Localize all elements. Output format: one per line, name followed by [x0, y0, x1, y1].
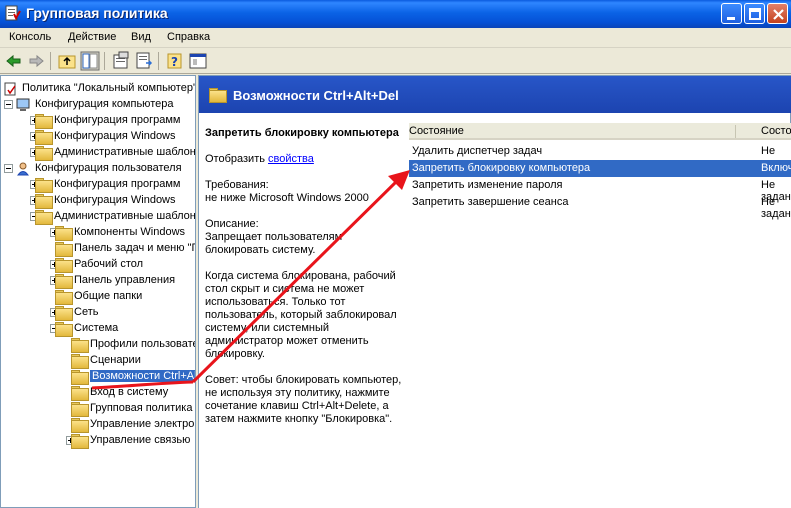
folder-icon [71, 386, 89, 401]
description-section: Описание: Запрещает пользователям блокир… [205, 218, 343, 256]
list-item[interactable]: Запретить блокировку компьютера Включена [409, 160, 791, 177]
close-button[interactable] [767, 3, 788, 24]
help-icon[interactable]: ? [165, 51, 185, 71]
folder-icon [55, 226, 73, 241]
folder-icon [71, 418, 89, 433]
show-hide-tree-icon[interactable] [80, 51, 100, 71]
folder-icon [209, 88, 227, 103]
tree-item-label: Конфигурация программ [54, 114, 181, 126]
folder-icon [55, 290, 73, 305]
pane-title: Возможности Ctrl+Alt+Del [233, 88, 399, 103]
tree-item-label: Возможности Ctrl+Alt+Del [90, 370, 195, 382]
tree-item-label: Конфигурация Windows [54, 194, 176, 206]
folder-icon [71, 354, 89, 369]
tree-item-label: Конфигурация пользователя [35, 162, 182, 174]
policy-icon [3, 82, 18, 96]
tree-item-label: Сеть [74, 306, 99, 318]
svg-text:?: ? [171, 55, 178, 69]
policy-name: Запретить изменение пароля [412, 179, 563, 191]
toolbar: ? [0, 48, 791, 74]
folder-icon [35, 114, 53, 129]
tree-item-label: Управление связью [90, 434, 191, 446]
column-header-state[interactable]: Состояние [761, 125, 791, 137]
back-arrow-icon[interactable] [4, 51, 24, 71]
close-icon [773, 9, 784, 20]
properties-link[interactable]: свойства [268, 153, 314, 165]
tree-item-label: Панель задач и меню "Пуск" [74, 242, 195, 254]
folder-icon [35, 178, 53, 193]
console-tree: Политика "Локальный компьютер" Конфигурац… [0, 75, 196, 508]
tree-item-label: Конфигурация Windows [54, 130, 176, 142]
tree-item-label: Рабочий стол [74, 258, 144, 270]
tree-item-label: Профили пользователей [90, 338, 195, 350]
policy-state: Включена [761, 162, 791, 174]
folder-icon [35, 146, 53, 161]
tree-item-label: Групповая политика [90, 402, 193, 414]
description-tip: Совет: чтобы блокировать компьютер, не и… [205, 374, 402, 425]
view-icon[interactable] [188, 51, 208, 71]
folder-open-icon [71, 370, 89, 385]
policy-title: Запретить блокировку компьютера [205, 127, 399, 139]
list-header: Состояние Состояние [409, 123, 791, 140]
list-item[interactable]: Запретить завершение сеанса Не задана [409, 194, 791, 220]
policy-name: Запретить завершение сеанса [412, 196, 569, 208]
tree-item-label: Административные шаблоны [54, 210, 196, 222]
collapse-icon[interactable] [4, 100, 13, 109]
menu-console[interactable]: Консоль [9, 31, 51, 43]
folder-icon [55, 258, 73, 273]
properties-icon[interactable] [111, 51, 131, 71]
tree-item-label: Вход в систему [90, 386, 169, 398]
folder-icon [71, 338, 89, 353]
forward-arrow-icon[interactable] [26, 51, 46, 71]
list-item[interactable]: Удалить диспетчер задачНе задана [409, 143, 791, 169]
collapse-icon[interactable] [4, 164, 13, 173]
folder-icon [35, 130, 53, 145]
menu-help[interactable]: Справка [167, 31, 210, 43]
policy-state: Не задана [761, 196, 791, 220]
tree-item-label: Конфигурация компьютера [35, 98, 174, 110]
user-icon [16, 162, 31, 176]
export-list-icon[interactable] [134, 51, 154, 71]
group-policy-icon [5, 5, 21, 21]
folder-icon [35, 210, 53, 225]
tree-item-label: Политика "Локальный компьютер" [22, 82, 196, 94]
folder-icon [55, 274, 73, 289]
tree-item-label: Управление электропитанием [90, 418, 195, 430]
menu-bar: Консоль Действие Вид Справка [0, 28, 791, 48]
menu-action[interactable]: Действие [68, 31, 116, 43]
policy-name: Запретить блокировку компьютера [412, 162, 591, 174]
tree-item-label: Административные шаблоны [54, 146, 196, 158]
extended-description: Запретить блокировку компьютера Отобрази… [199, 113, 409, 508]
tree-item-label: Конфигурация программ [54, 178, 181, 190]
minimize-icon [727, 17, 735, 20]
details-pane: Возможности Ctrl+Alt+Del Запретить блоки… [198, 75, 791, 508]
tree-item-label: Сценарии [90, 354, 141, 366]
list-item[interactable]: Запретить изменение пароляНе задана [409, 177, 791, 203]
minimize-button[interactable] [721, 3, 742, 24]
tree-item-label: Общие папки [74, 290, 143, 302]
description-details: Когда система блокирована, рабочий стол … [205, 270, 397, 360]
menu-view[interactable]: Вид [131, 31, 151, 43]
policy-name: Удалить диспетчер задач [412, 145, 543, 157]
computer-icon [16, 98, 31, 112]
show-properties: Отобразить свойства [205, 153, 314, 165]
pane-header: Возможности Ctrl+Alt+Del [199, 76, 791, 113]
title-bar: Групповая политика [0, 0, 791, 28]
tree-item-label: Панель управления [74, 274, 176, 286]
window-title: Групповая политика [26, 5, 168, 21]
up-folder-icon[interactable] [57, 51, 77, 71]
folder-icon [55, 322, 73, 337]
policy-list: Состояние Состояние Удалить диспетчер за… [409, 123, 791, 508]
folder-icon [55, 242, 73, 257]
folder-icon [35, 194, 53, 209]
maximize-icon [749, 8, 761, 20]
folder-icon [55, 306, 73, 321]
tree-item-label: Компоненты Windows [74, 226, 186, 238]
requirements: Требования: не ниже Microsoft Windows 20… [205, 179, 369, 204]
folder-icon [71, 434, 89, 449]
column-header-setting[interactable]: Состояние [409, 125, 749, 137]
tree-item-label: Система [74, 322, 119, 334]
maximize-button[interactable] [744, 3, 765, 24]
folder-icon [71, 402, 89, 417]
